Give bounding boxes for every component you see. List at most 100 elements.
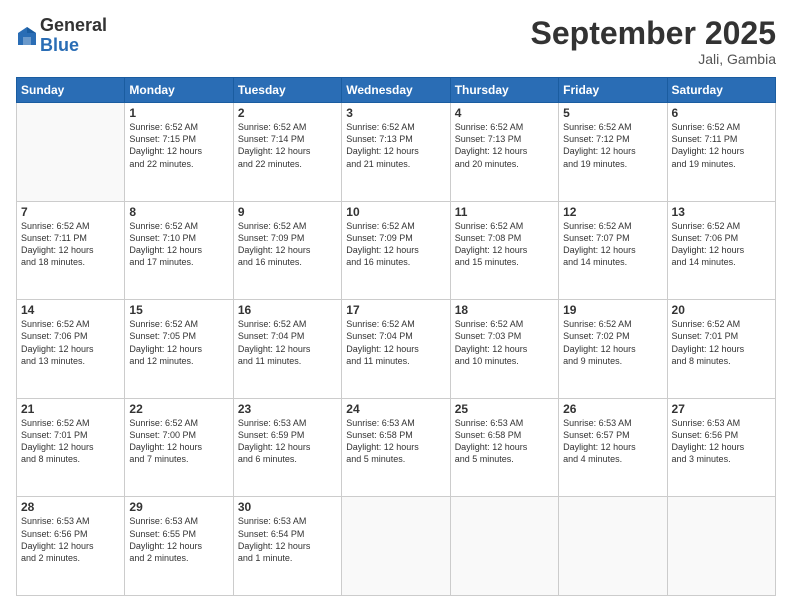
logo: General Blue — [16, 16, 107, 56]
calendar-cell: 7Sunrise: 6:52 AM Sunset: 7:11 PM Daylig… — [17, 201, 125, 300]
day-number: 20 — [672, 303, 771, 317]
day-number: 3 — [346, 106, 445, 120]
day-header-friday: Friday — [559, 78, 667, 103]
day-number: 26 — [563, 402, 662, 416]
calendar-cell: 20Sunrise: 6:52 AM Sunset: 7:01 PM Dayli… — [667, 300, 775, 399]
calendar-cell: 18Sunrise: 6:52 AM Sunset: 7:03 PM Dayli… — [450, 300, 558, 399]
day-info: Sunrise: 6:52 AM Sunset: 7:11 PM Dayligh… — [672, 121, 771, 170]
day-number: 12 — [563, 205, 662, 219]
calendar-week-3: 14Sunrise: 6:52 AM Sunset: 7:06 PM Dayli… — [17, 300, 776, 399]
day-number: 5 — [563, 106, 662, 120]
day-info: Sunrise: 6:53 AM Sunset: 6:55 PM Dayligh… — [129, 515, 228, 564]
calendar-cell — [450, 497, 558, 596]
day-number: 14 — [21, 303, 120, 317]
day-number: 11 — [455, 205, 554, 219]
calendar-week-1: 1Sunrise: 6:52 AM Sunset: 7:15 PM Daylig… — [17, 103, 776, 202]
day-info: Sunrise: 6:52 AM Sunset: 7:04 PM Dayligh… — [238, 318, 337, 367]
day-info: Sunrise: 6:52 AM Sunset: 7:06 PM Dayligh… — [672, 220, 771, 269]
month-title: September 2025 — [531, 16, 776, 51]
day-info: Sunrise: 6:52 AM Sunset: 7:00 PM Dayligh… — [129, 417, 228, 466]
calendar-cell: 30Sunrise: 6:53 AM Sunset: 6:54 PM Dayli… — [233, 497, 341, 596]
day-number: 27 — [672, 402, 771, 416]
header: General Blue September 2025 Jali, Gambia — [16, 16, 776, 67]
day-number: 7 — [21, 205, 120, 219]
day-header-saturday: Saturday — [667, 78, 775, 103]
day-header-sunday: Sunday — [17, 78, 125, 103]
day-number: 23 — [238, 402, 337, 416]
day-number: 29 — [129, 500, 228, 514]
day-info: Sunrise: 6:52 AM Sunset: 7:02 PM Dayligh… — [563, 318, 662, 367]
day-info: Sunrise: 6:52 AM Sunset: 7:14 PM Dayligh… — [238, 121, 337, 170]
day-number: 13 — [672, 205, 771, 219]
calendar-cell: 14Sunrise: 6:52 AM Sunset: 7:06 PM Dayli… — [17, 300, 125, 399]
day-number: 2 — [238, 106, 337, 120]
calendar-cell: 27Sunrise: 6:53 AM Sunset: 6:56 PM Dayli… — [667, 398, 775, 497]
calendar-cell: 1Sunrise: 6:52 AM Sunset: 7:15 PM Daylig… — [125, 103, 233, 202]
calendar-cell: 4Sunrise: 6:52 AM Sunset: 7:13 PM Daylig… — [450, 103, 558, 202]
day-number: 21 — [21, 402, 120, 416]
day-info: Sunrise: 6:52 AM Sunset: 7:01 PM Dayligh… — [21, 417, 120, 466]
day-number: 4 — [455, 106, 554, 120]
day-header-tuesday: Tuesday — [233, 78, 341, 103]
day-info: Sunrise: 6:53 AM Sunset: 6:58 PM Dayligh… — [346, 417, 445, 466]
calendar-cell: 13Sunrise: 6:52 AM Sunset: 7:06 PM Dayli… — [667, 201, 775, 300]
day-info: Sunrise: 6:53 AM Sunset: 6:58 PM Dayligh… — [455, 417, 554, 466]
day-info: Sunrise: 6:52 AM Sunset: 7:08 PM Dayligh… — [455, 220, 554, 269]
calendar-cell — [17, 103, 125, 202]
day-info: Sunrise: 6:52 AM Sunset: 7:10 PM Dayligh… — [129, 220, 228, 269]
calendar-cell: 3Sunrise: 6:52 AM Sunset: 7:13 PM Daylig… — [342, 103, 450, 202]
day-header-thursday: Thursday — [450, 78, 558, 103]
logo-general: General — [40, 16, 107, 36]
day-number: 19 — [563, 303, 662, 317]
calendar-cell: 21Sunrise: 6:52 AM Sunset: 7:01 PM Dayli… — [17, 398, 125, 497]
location: Jali, Gambia — [531, 51, 776, 67]
calendar-cell: 23Sunrise: 6:53 AM Sunset: 6:59 PM Dayli… — [233, 398, 341, 497]
calendar-cell — [667, 497, 775, 596]
calendar-cell: 16Sunrise: 6:52 AM Sunset: 7:04 PM Dayli… — [233, 300, 341, 399]
calendar-cell: 8Sunrise: 6:52 AM Sunset: 7:10 PM Daylig… — [125, 201, 233, 300]
calendar-cell — [342, 497, 450, 596]
calendar-cell: 9Sunrise: 6:52 AM Sunset: 7:09 PM Daylig… — [233, 201, 341, 300]
day-number: 25 — [455, 402, 554, 416]
day-number: 6 — [672, 106, 771, 120]
calendar-cell — [559, 497, 667, 596]
day-info: Sunrise: 6:52 AM Sunset: 7:07 PM Dayligh… — [563, 220, 662, 269]
calendar-cell: 24Sunrise: 6:53 AM Sunset: 6:58 PM Dayli… — [342, 398, 450, 497]
calendar-week-2: 7Sunrise: 6:52 AM Sunset: 7:11 PM Daylig… — [17, 201, 776, 300]
calendar-cell: 17Sunrise: 6:52 AM Sunset: 7:04 PM Dayli… — [342, 300, 450, 399]
calendar-cell: 28Sunrise: 6:53 AM Sunset: 6:56 PM Dayli… — [17, 497, 125, 596]
day-info: Sunrise: 6:52 AM Sunset: 7:05 PM Dayligh… — [129, 318, 228, 367]
calendar-cell: 22Sunrise: 6:52 AM Sunset: 7:00 PM Dayli… — [125, 398, 233, 497]
calendar-cell: 12Sunrise: 6:52 AM Sunset: 7:07 PM Dayli… — [559, 201, 667, 300]
day-info: Sunrise: 6:52 AM Sunset: 7:06 PM Dayligh… — [21, 318, 120, 367]
calendar-week-5: 28Sunrise: 6:53 AM Sunset: 6:56 PM Dayli… — [17, 497, 776, 596]
day-info: Sunrise: 6:52 AM Sunset: 7:01 PM Dayligh… — [672, 318, 771, 367]
day-number: 24 — [346, 402, 445, 416]
calendar-cell: 19Sunrise: 6:52 AM Sunset: 7:02 PM Dayli… — [559, 300, 667, 399]
day-info: Sunrise: 6:52 AM Sunset: 7:11 PM Dayligh… — [21, 220, 120, 269]
day-info: Sunrise: 6:52 AM Sunset: 7:04 PM Dayligh… — [346, 318, 445, 367]
day-number: 1 — [129, 106, 228, 120]
day-number: 15 — [129, 303, 228, 317]
logo-text: General Blue — [40, 16, 107, 56]
title-block: September 2025 Jali, Gambia — [531, 16, 776, 67]
calendar-week-4: 21Sunrise: 6:52 AM Sunset: 7:01 PM Dayli… — [17, 398, 776, 497]
day-info: Sunrise: 6:52 AM Sunset: 7:13 PM Dayligh… — [346, 121, 445, 170]
day-header-monday: Monday — [125, 78, 233, 103]
calendar-cell: 10Sunrise: 6:52 AM Sunset: 7:09 PM Dayli… — [342, 201, 450, 300]
day-info: Sunrise: 6:52 AM Sunset: 7:03 PM Dayligh… — [455, 318, 554, 367]
day-number: 30 — [238, 500, 337, 514]
day-info: Sunrise: 6:53 AM Sunset: 6:59 PM Dayligh… — [238, 417, 337, 466]
calendar-cell: 11Sunrise: 6:52 AM Sunset: 7:08 PM Dayli… — [450, 201, 558, 300]
calendar-cell: 2Sunrise: 6:52 AM Sunset: 7:14 PM Daylig… — [233, 103, 341, 202]
logo-blue: Blue — [40, 36, 107, 56]
day-info: Sunrise: 6:52 AM Sunset: 7:09 PM Dayligh… — [238, 220, 337, 269]
day-header-wednesday: Wednesday — [342, 78, 450, 103]
day-info: Sunrise: 6:52 AM Sunset: 7:12 PM Dayligh… — [563, 121, 662, 170]
calendar-cell: 15Sunrise: 6:52 AM Sunset: 7:05 PM Dayli… — [125, 300, 233, 399]
day-number: 9 — [238, 205, 337, 219]
calendar-cell: 25Sunrise: 6:53 AM Sunset: 6:58 PM Dayli… — [450, 398, 558, 497]
calendar-cell: 5Sunrise: 6:52 AM Sunset: 7:12 PM Daylig… — [559, 103, 667, 202]
page: General Blue September 2025 Jali, Gambia… — [0, 0, 792, 612]
day-number: 28 — [21, 500, 120, 514]
